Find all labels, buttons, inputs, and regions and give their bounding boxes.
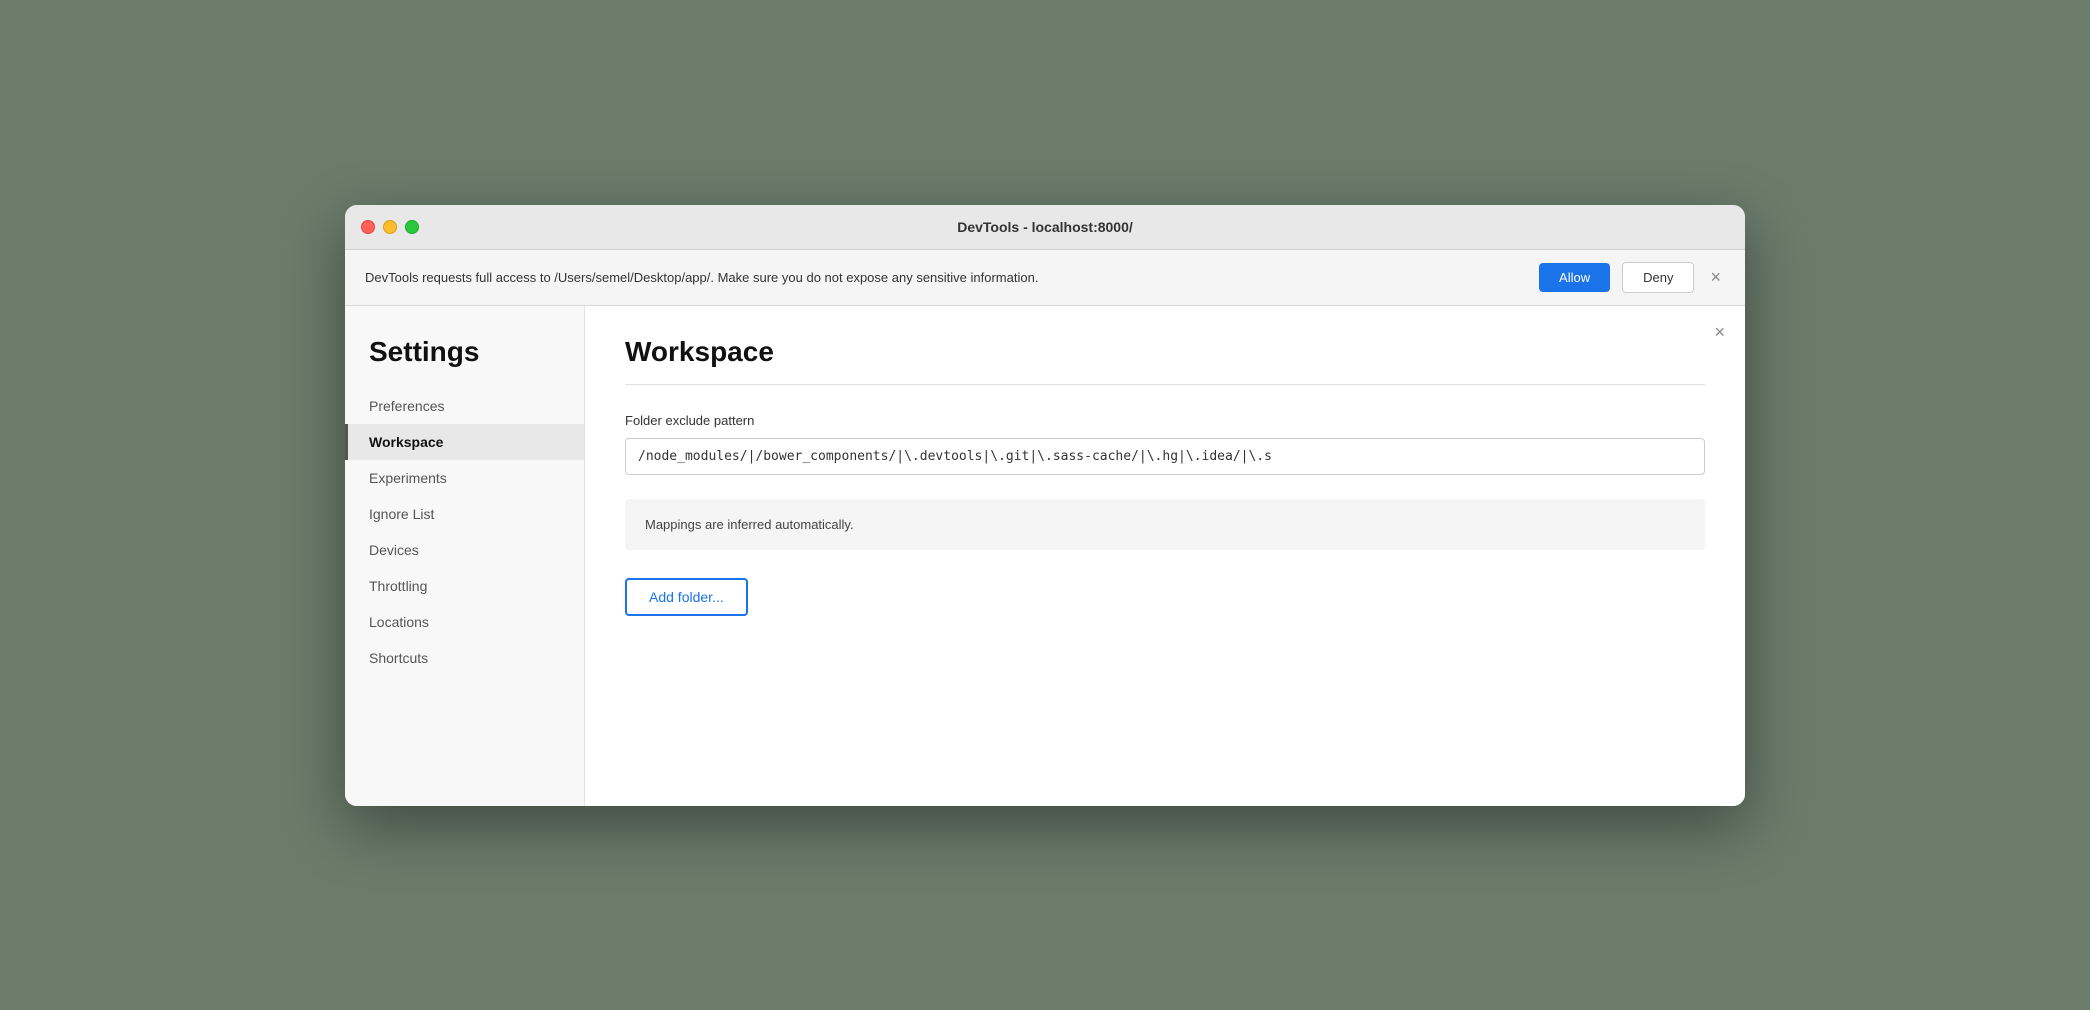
- panel-close-button[interactable]: ×: [1714, 322, 1725, 343]
- mappings-info-box: Mappings are inferred automatically.: [625, 499, 1705, 550]
- add-folder-button[interactable]: Add folder...: [625, 578, 748, 616]
- panel-title: Workspace: [625, 336, 1705, 368]
- devtools-window: DevTools - localhost:8000/ DevTools requ…: [345, 205, 1745, 806]
- allow-button[interactable]: Allow: [1539, 263, 1610, 292]
- close-window-button[interactable]: [361, 220, 375, 234]
- sidebar-item-devices[interactable]: Devices: [345, 532, 584, 568]
- minimize-window-button[interactable]: [383, 220, 397, 234]
- sidebar-item-preferences[interactable]: Preferences: [345, 388, 584, 424]
- sidebar-item-locations[interactable]: Locations: [345, 604, 584, 640]
- sidebar-item-workspace[interactable]: Workspace: [345, 424, 584, 460]
- folder-exclude-label: Folder exclude pattern: [625, 413, 1705, 428]
- window-title: DevTools - localhost:8000/: [957, 219, 1133, 235]
- settings-panel: × Workspace Folder exclude pattern Mappi…: [585, 306, 1745, 806]
- sidebar: Settings Preferences Workspace Experimen…: [345, 306, 585, 806]
- sidebar-item-experiments[interactable]: Experiments: [345, 460, 584, 496]
- main-content: Settings Preferences Workspace Experimen…: [345, 306, 1745, 806]
- traffic-lights: [361, 220, 419, 234]
- folder-exclude-input[interactable]: [625, 438, 1705, 475]
- titlebar: DevTools - localhost:8000/: [345, 205, 1745, 250]
- notification-bar: DevTools requests full access to /Users/…: [345, 250, 1745, 306]
- deny-button[interactable]: Deny: [1622, 262, 1694, 293]
- notification-text: DevTools requests full access to /Users/…: [365, 270, 1527, 285]
- sidebar-heading: Settings: [345, 336, 584, 388]
- info-message: Mappings are inferred automatically.: [645, 517, 854, 532]
- sidebar-item-ignore-list[interactable]: Ignore List: [345, 496, 584, 532]
- panel-divider: [625, 384, 1705, 385]
- sidebar-item-throttling[interactable]: Throttling: [345, 568, 584, 604]
- maximize-window-button[interactable]: [405, 220, 419, 234]
- notification-close-button[interactable]: ×: [1706, 267, 1725, 288]
- sidebar-item-shortcuts[interactable]: Shortcuts: [345, 640, 584, 676]
